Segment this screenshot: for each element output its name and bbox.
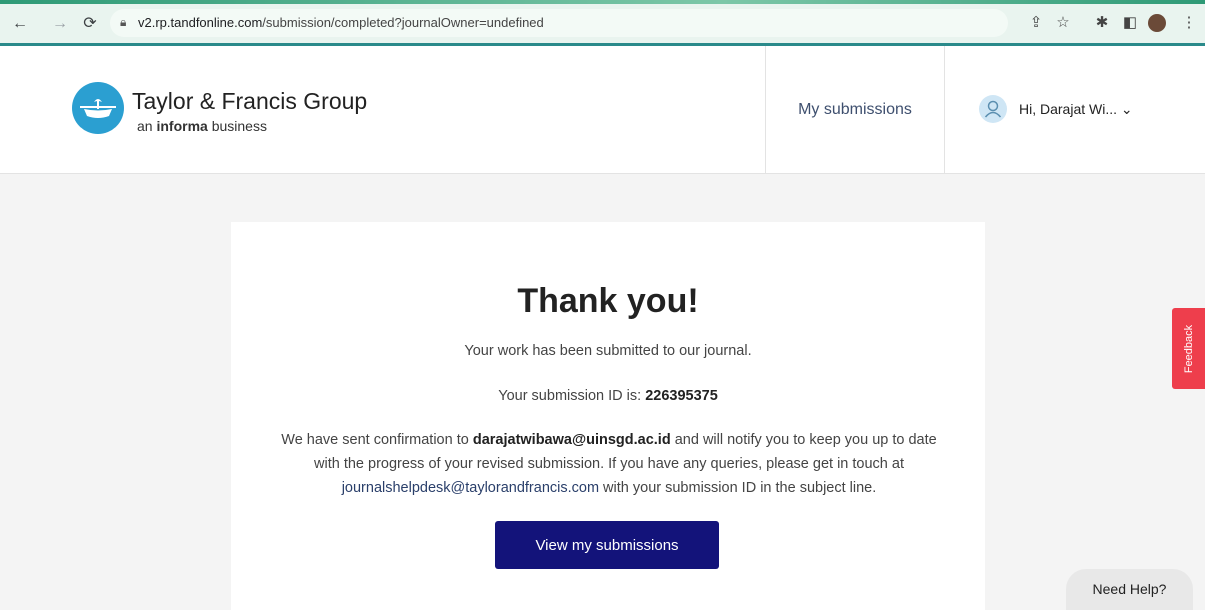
submission-id-value: 226395375 [645,388,718,404]
need-help-button[interactable]: Need Help? [1066,569,1193,610]
kebab-menu-icon[interactable]: ⋮ [1180,14,1198,32]
side-panel-icon[interactable]: ◧ [1121,14,1139,32]
user-icon [979,95,1007,123]
brand-tagline: an informa business [137,118,267,134]
user-email: darajatwibawa@uinsgd.ac.id [472,432,671,448]
forward-arrow-icon[interactable]: → [50,14,70,34]
profile-avatar-icon[interactable] [1148,14,1166,32]
my-submissions-link[interactable]: My submissions [766,46,944,173]
reload-icon[interactable]: ⟳ [80,14,100,34]
feedback-tab[interactable]: Feedback [1172,308,1205,389]
tagline-prefix: an [137,118,157,134]
share-icon[interactable]: ⇪ [1027,14,1045,32]
tab-strip-accent [0,0,1205,4]
para-text-a: We have sent confirmation to [281,432,473,448]
extensions-puzzle-icon[interactable]: ✱ [1093,14,1111,32]
submission-id-line: Your submission ID is: 226395375 [231,388,985,404]
user-greeting[interactable]: Hi, Darajat Wi... ⌄ [1019,101,1133,118]
lock-icon: 🔒︎ [120,15,127,29]
address-bar[interactable]: 🔒︎ v2.rp.tandfonline.com/submission/comp… [110,9,1008,37]
submitted-message: Your work has been submitted to our jour… [464,343,752,359]
tagline-bold: informa [156,118,208,134]
view-my-submissions-button[interactable]: View my submissions [495,521,719,569]
user-menu[interactable]: Hi, Darajat Wi... ⌄ [945,46,1205,173]
back-arrow-icon[interactable]: ← [10,14,30,34]
tagline-suffix: business [207,118,267,134]
url-text[interactable]: v2.rp.tandfonline.com/submission/complet… [138,15,544,30]
para-text-c: with your submission ID in the subject l… [599,480,877,496]
confirmation-card: Thank you! Your work has been submitted … [231,222,985,610]
url-path: /submission/completed?journalOwner=undef… [262,15,544,30]
feedback-label: Feedback [1182,324,1195,373]
helpdesk-email-link[interactable]: journalshelpdesk@taylorandfrancis.com [342,480,599,496]
site-header: Taylor & Francis Group an informa busine… [0,46,1205,174]
brand-name: Taylor & Francis Group [132,88,368,114]
user-greeting-text: Hi, Darajat Wi... [1019,101,1118,117]
star-bookmark-icon[interactable]: ☆ [1054,14,1072,32]
submission-id-label: Your submission ID is: [498,388,646,404]
page-title: Thank you! [517,282,699,320]
browser-toolbar: ← → ⟳ 🔒︎ v2.rp.tandfonline.com/submissio… [0,0,1205,46]
url-host: v2.rp.tandfonline.com [138,15,263,30]
chevron-down-icon: ⌄ [1120,101,1133,117]
confirmation-paragraph: We have sent confirmation to darajatwiba… [269,428,949,500]
taylor-francis-logo-icon[interactable] [72,82,124,134]
